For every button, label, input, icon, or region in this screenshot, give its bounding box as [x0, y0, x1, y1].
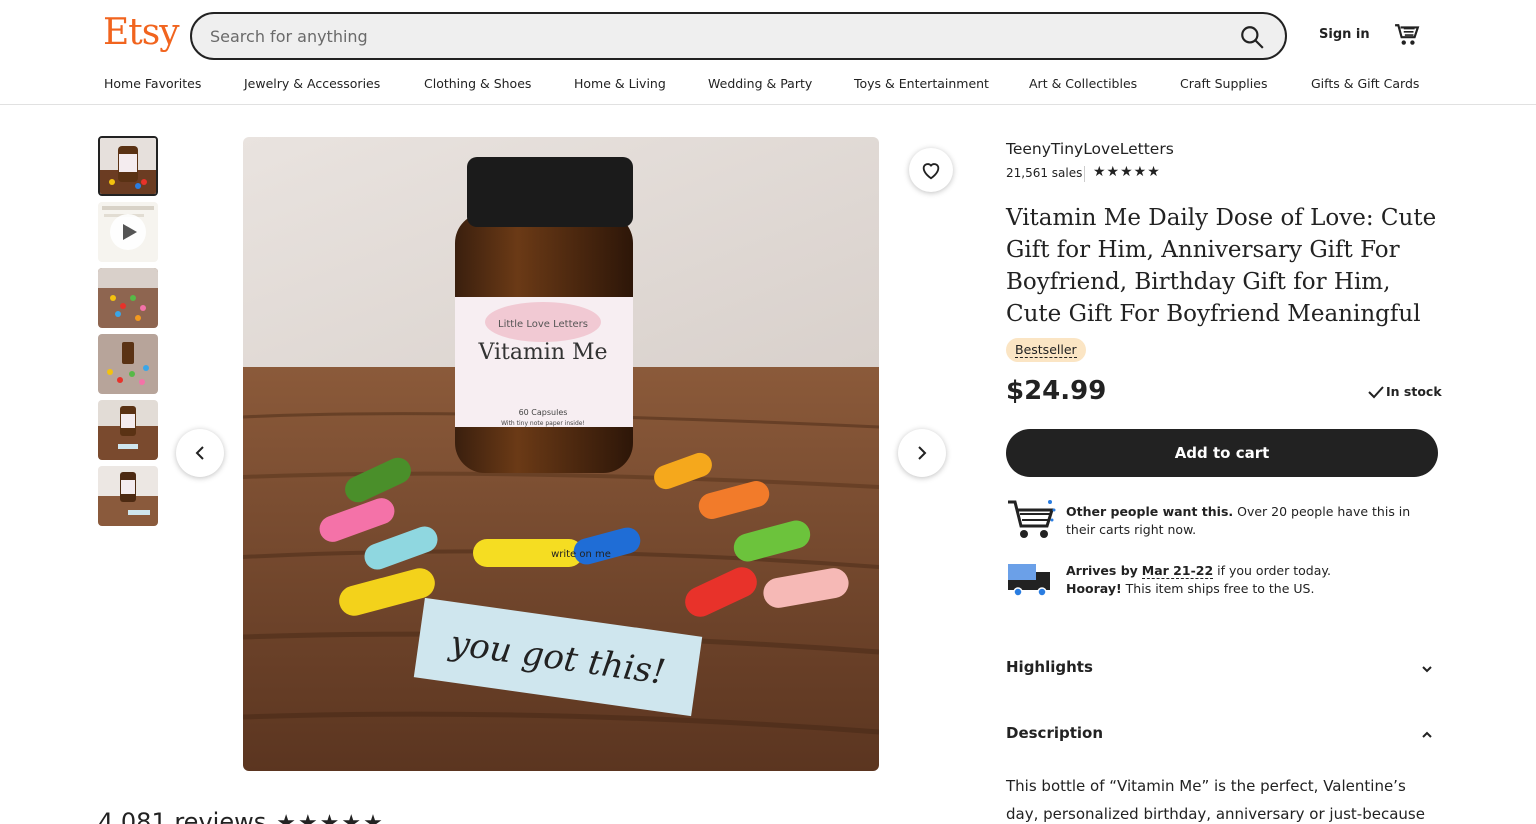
- highlights-label: Highlights: [1006, 658, 1093, 676]
- thumbnail-6[interactable]: [98, 466, 158, 526]
- jar-label-title: Vitamin Me: [477, 340, 607, 365]
- favorite-button[interactable]: [909, 148, 953, 192]
- thumbnail-2-video[interactable]: [98, 202, 158, 262]
- sales-count: 21,561 sales: [1006, 166, 1083, 180]
- nav-toys[interactable]: Toys & Entertainment: [854, 76, 989, 91]
- nav-home-favorites[interactable]: Home Favorites: [104, 76, 201, 91]
- stock-label: In stock: [1386, 384, 1442, 399]
- nav-home-living[interactable]: Home & Living: [574, 76, 666, 91]
- shipping-text: This item ships free to the US.: [1121, 581, 1315, 596]
- add-to-cart-button[interactable]: Add to cart: [1006, 429, 1438, 477]
- search-bar: [190, 12, 1287, 60]
- nav-wedding[interactable]: Wedding & Party: [708, 76, 812, 91]
- site-header: Etsy Sign in Home Favorites Jewelry & Ac…: [0, 0, 1536, 105]
- delivery-notice: Arrives by Mar 21-22 if you order today.…: [1066, 562, 1436, 598]
- reviews-heading: 4,081 reviews ★★★★★: [98, 808, 385, 824]
- nav-art[interactable]: Art & Collectibles: [1029, 76, 1137, 91]
- next-image-button[interactable]: [898, 429, 946, 477]
- nav-gifts[interactable]: Gifts & Gift Cards: [1311, 76, 1419, 91]
- nav-craft[interactable]: Craft Supplies: [1180, 76, 1267, 91]
- shopping-cart-demand-icon: [1008, 500, 1056, 538]
- nav-jewelry[interactable]: Jewelry & Accessories: [244, 76, 380, 91]
- jar-label-brand: Little Love Letters: [498, 319, 588, 330]
- search-icon[interactable]: [1239, 24, 1265, 50]
- heart-icon: [922, 163, 940, 180]
- delivery-truck-icon: [1008, 564, 1050, 597]
- description-label: Description: [1006, 724, 1104, 742]
- cart-icon[interactable]: [1394, 22, 1420, 48]
- etsy-logo[interactable]: Etsy: [103, 12, 180, 53]
- highlights-accordion[interactable]: Highlights: [1006, 658, 1438, 682]
- play-icon: [110, 214, 146, 250]
- pill-note-text: write on me: [551, 549, 611, 560]
- check-icon: [1368, 386, 1384, 399]
- category-nav: Home Favorites Jewelry & Accessories Clo…: [0, 76, 1536, 94]
- jar-label-capsules: 60 Capsules: [519, 408, 568, 417]
- nav-clothing[interactable]: Clothing & Shoes: [424, 76, 531, 91]
- description-text: This bottle of “Vitamin Me” is the perfe…: [1006, 777, 1425, 823]
- thumbnail-4[interactable]: [98, 334, 158, 394]
- thumbnail-5[interactable]: [98, 400, 158, 460]
- stock-status: In stock: [1368, 384, 1442, 399]
- description-accordion[interactable]: Description: [1006, 724, 1438, 748]
- reviews-stars: ★★★★★: [276, 811, 385, 824]
- divider: [1084, 166, 1085, 182]
- previous-image-button[interactable]: [176, 429, 224, 477]
- thumbnail-3[interactable]: [98, 268, 158, 328]
- badge-label: Bestseller: [1015, 342, 1077, 358]
- arrives-bold: Arrives by: [1066, 563, 1138, 578]
- product-main-image[interactable]: Vitamin Me Little Love Letters 60 Capsul…: [243, 137, 879, 771]
- reviews-count: 4,081 reviews: [98, 808, 267, 824]
- search-input[interactable]: [210, 14, 1220, 58]
- arrives-text: if you order today.: [1213, 563, 1331, 578]
- listing-title: Vitamin Me Daily Dose of Love: Cute Gift…: [1006, 205, 1437, 327]
- shipping-bold: Hooray!: [1066, 581, 1122, 596]
- chevron-left-icon: [195, 446, 204, 460]
- shop-name-link[interactable]: TeenyTinyLoveLetters: [1006, 140, 1174, 158]
- jar-label-sub: With tiny note paper inside!: [501, 420, 585, 427]
- demand-notice: Other people want this. Over 20 people h…: [1066, 503, 1436, 539]
- thumbnail-1[interactable]: [98, 136, 158, 196]
- sign-in-link[interactable]: Sign in: [1319, 27, 1370, 42]
- demand-bold: Other people want this.: [1066, 504, 1234, 519]
- bestseller-badge[interactable]: Bestseller: [1006, 338, 1086, 362]
- chevron-up-icon: [1422, 731, 1432, 738]
- price: $24.99: [1006, 376, 1107, 406]
- chevron-right-icon: [918, 446, 927, 460]
- shop-rating-stars[interactable]: ★★★★★: [1093, 164, 1161, 180]
- arrival-date[interactable]: Mar 21-22: [1141, 563, 1214, 579]
- chevron-down-icon: [1422, 666, 1432, 673]
